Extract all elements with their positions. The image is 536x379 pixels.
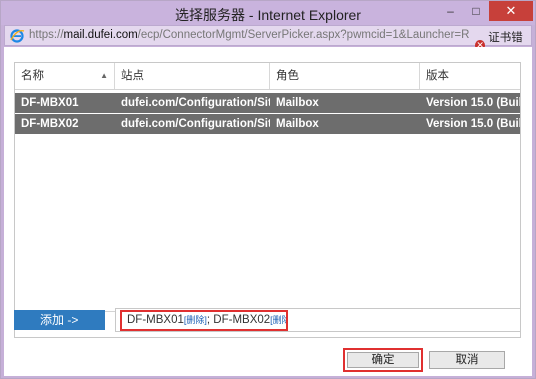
title-bar: 选择服务器 - Internet Explorer – □ ✕ xyxy=(1,1,535,25)
table-row[interactable]: DF-MBX01 dufei.com/Configuration/Site...… xyxy=(15,93,520,113)
column-header-version[interactable]: 版本 xyxy=(420,63,520,89)
cell-version: Version 15.0 (Buil... xyxy=(426,97,520,109)
selected-servers-highlight: DF-MBX01[删除]; DF-MBX02[删除]; xyxy=(120,310,288,331)
delete-link-1[interactable]: [删除] xyxy=(184,315,207,325)
selected-item-2: DF-MBX02 xyxy=(213,314,271,326)
address-bar[interactable]: https://mail.dufei.com/ecp/ConnectorMgmt… xyxy=(4,25,532,60)
column-header-site[interactable]: 站点 xyxy=(115,63,270,89)
cell-site: dufei.com/Configuration/Site... xyxy=(121,118,270,130)
grid-header: 名称 ▲ 站点 角色 版本 xyxy=(15,63,520,90)
cell-name: DF-MBX01 xyxy=(21,97,79,109)
ok-button-highlight: 确定 xyxy=(343,348,423,372)
cell-name: DF-MBX02 xyxy=(21,118,79,130)
minimize-button[interactable]: – xyxy=(438,1,463,21)
cell-site: dufei.com/Configuration/Site... xyxy=(121,97,270,109)
column-header-name[interactable]: 名称 ▲ xyxy=(15,63,115,89)
delete-link-2[interactable]: [删除] xyxy=(270,315,286,325)
url-text[interactable]: https://mail.dufei.com/ecp/ConnectorMgmt… xyxy=(29,29,469,41)
cell-role: Mailbox xyxy=(276,118,319,130)
cell-role: Mailbox xyxy=(276,97,319,109)
add-button[interactable]: 添加 -> xyxy=(14,310,105,330)
table-row[interactable]: DF-MBX02 dufei.com/Configuration/Site...… xyxy=(15,114,520,134)
cell-version: Version 15.0 (Buil... xyxy=(426,118,520,130)
close-button[interactable]: ✕ xyxy=(489,1,533,21)
server-grid: 名称 ▲ 站点 角色 版本 DF-MBX01 dufei.com/Configu… xyxy=(14,62,521,338)
ie-logo-icon xyxy=(10,29,25,43)
cancel-button[interactable]: 取消 xyxy=(429,351,505,369)
dialog-content: 名称 ▲ 站点 角色 版本 DF-MBX01 dufei.com/Configu… xyxy=(4,47,532,376)
maximize-button[interactable]: □ xyxy=(463,1,489,21)
selected-item-1: DF-MBX01 xyxy=(127,314,184,326)
column-header-role[interactable]: 角色 xyxy=(270,63,420,89)
ok-button[interactable]: 确定 xyxy=(347,352,419,368)
ie-dialog-window: 选择服务器 - Internet Explorer – □ ✕ https://… xyxy=(0,0,536,379)
sort-ascending-icon: ▲ xyxy=(100,71,108,80)
